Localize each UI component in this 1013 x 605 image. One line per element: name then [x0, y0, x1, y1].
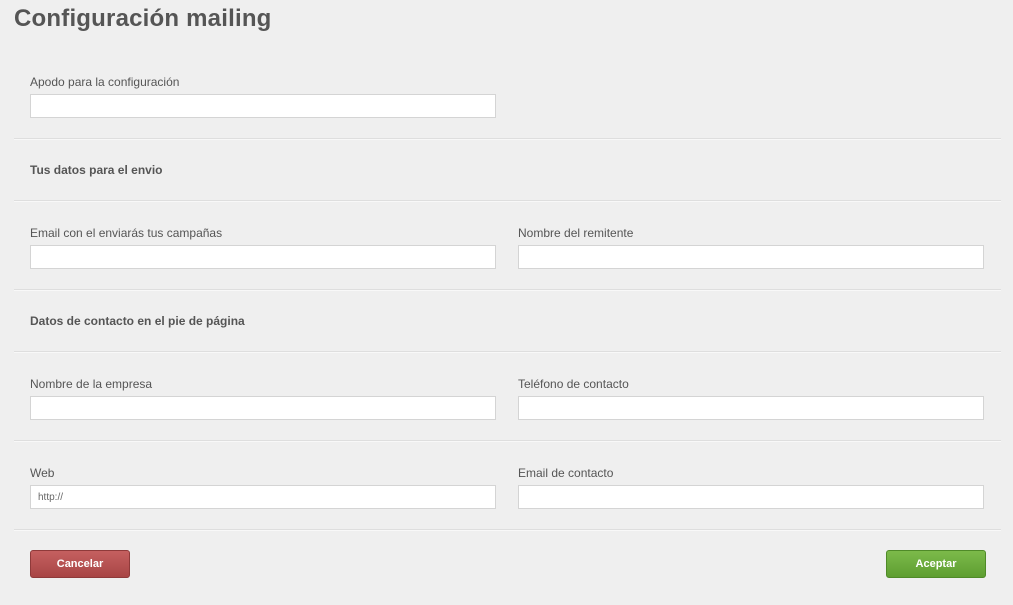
company-name-label: Nombre de la empresa — [30, 377, 153, 391]
contact-email-label: Email de contacto — [518, 466, 614, 480]
company-name-input[interactable] — [30, 396, 496, 420]
divider — [14, 529, 1001, 531]
nickname-label: Apodo para la configuración — [30, 75, 180, 89]
sender-section-title: Tus datos para el envio — [30, 163, 163, 177]
nickname-input[interactable] — [30, 94, 496, 118]
divider — [14, 440, 1001, 442]
sender-email-label: Email con el enviarás tus campañas — [30, 226, 223, 240]
divider — [14, 138, 1001, 140]
divider — [14, 351, 1001, 353]
contact-phone-label: Teléfono de contacto — [518, 377, 629, 391]
footer-section-title: Datos de contacto en el pie de página — [30, 314, 245, 328]
web-input[interactable] — [30, 485, 496, 509]
page-title: Configuración mailing — [14, 5, 272, 32]
sender-email-input[interactable] — [30, 245, 496, 269]
sender-name-input[interactable] — [518, 245, 984, 269]
divider — [14, 200, 1001, 202]
accept-button[interactable]: Aceptar — [886, 550, 986, 578]
divider — [14, 289, 1001, 291]
sender-name-label: Nombre del remitente — [518, 226, 634, 240]
contact-email-input[interactable] — [518, 485, 984, 509]
cancel-button[interactable]: Cancelar — [30, 550, 130, 578]
contact-phone-input[interactable] — [518, 396, 984, 420]
web-label: Web — [30, 466, 55, 480]
